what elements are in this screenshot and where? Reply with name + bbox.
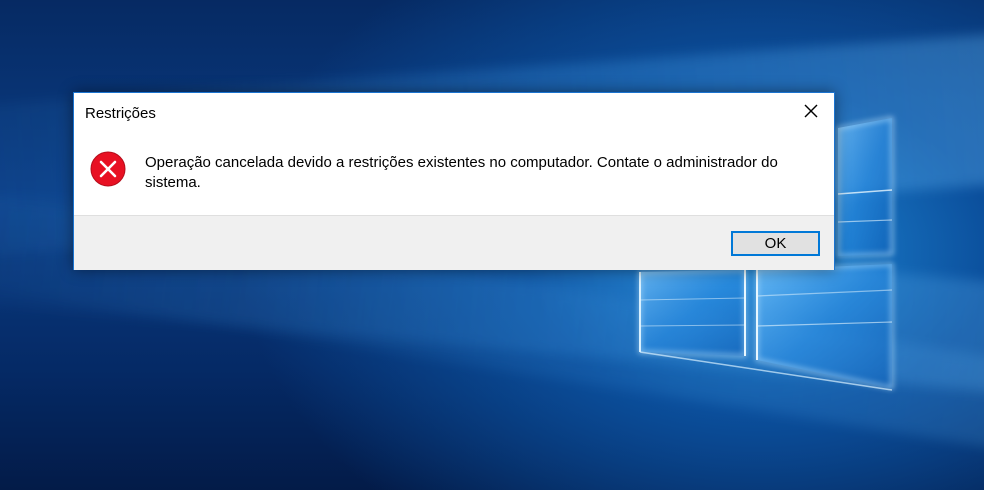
dialog-title-bar[interactable]: Restrições [74,93,834,133]
dialog-footer: OK [74,215,834,270]
dialog-title: Restrições [85,105,156,122]
dialog-content: Operação cancelada devido a restrições e… [74,133,834,215]
desktop: Restrições Operação cancelada devido a r… [0,0,984,490]
error-dialog: Restrições Operação cancelada devido a r… [73,92,835,270]
error-icon [90,151,126,187]
close-icon [804,104,818,118]
ok-button[interactable]: OK [731,231,820,256]
close-button[interactable] [788,93,834,129]
dialog-message: Operação cancelada devido a restrições e… [145,154,778,191]
